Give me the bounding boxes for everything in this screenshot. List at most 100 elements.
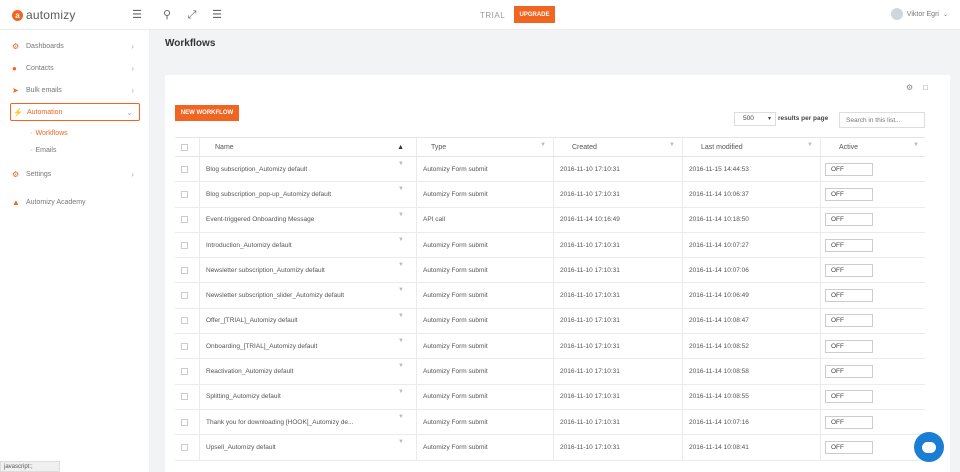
table-row[interactable]: Thank you for downloading [HOOK]_Automiz… (175, 409, 925, 436)
new-workflow-button[interactable]: NEW WORKFLOW (175, 105, 239, 121)
workflow-name: Reactivation_Automizy default (206, 368, 294, 376)
sidebar-item-bulk-emails[interactable]: ➤ Bulk emails › (12, 82, 140, 98)
workflow-type: Automizy Form submit (423, 241, 488, 249)
row-checkbox[interactable] (181, 233, 188, 257)
table-row[interactable]: Newsletter subscription_Automizy default… (175, 258, 925, 284)
sidebar-item-dashboards[interactable]: ⚙ Dashboards › (12, 38, 140, 54)
table-row[interactable]: Event-triggered Onboarding Message ▼ API c… (175, 207, 925, 233)
search-input[interactable] (839, 112, 925, 128)
cell-name[interactable]: Newsletter subscription_Automizy default… (199, 258, 410, 283)
active-toggle-button[interactable]: OFF (825, 314, 873, 328)
row-checkbox[interactable] (181, 410, 188, 434)
row-caret-icon: ▼ (398, 211, 404, 218)
cell-name[interactable]: Offer_[TRIAL]_Automizy default ▼ (199, 308, 410, 334)
cell-name[interactable]: Onboarding_[TRIAL]_Automizy default ▼ (199, 334, 410, 359)
column-header-last-modified[interactable]: Last modified ▼ (682, 138, 819, 156)
column-header-created[interactable]: Created ▼ (553, 138, 681, 156)
active-toggle-button[interactable]: OFF (825, 263, 873, 277)
chat-button[interactable] (914, 432, 944, 462)
cell-name[interactable]: Thank you for downloading [HOOK]_Automiz… (199, 409, 410, 435)
cell-type: Automizy Form submit (416, 435, 552, 460)
cell-name[interactable]: Event-triggered Onboarding Message ▼ (199, 207, 410, 232)
row-checkbox[interactable] (181, 157, 188, 181)
table-row[interactable]: Newsletter subscription_slider_Automizy … (175, 283, 925, 309)
sidebar-item-label: Contacts (26, 64, 54, 72)
cell-name[interactable]: Reactivation_Automizy default ▼ (199, 359, 410, 384)
search-icon[interactable]: ⚲ (161, 9, 173, 21)
active-toggle-button[interactable]: OFF (825, 365, 873, 379)
workflow-name: Event-triggered Onboarding Message (206, 216, 315, 224)
active-toggle-button[interactable]: OFF (825, 162, 873, 176)
row-checkbox[interactable] (181, 435, 188, 459)
cell-last-modified: 2016-11-15 14:44:53 (682, 157, 819, 182)
cell-created: 2016-11-10 17:10:31 (553, 283, 681, 308)
column-header-type[interactable]: Type ▼ (416, 138, 552, 156)
list-view-icon[interactable]: ☰ (211, 9, 223, 21)
table-row[interactable]: Introduction_Automizy default ▼ Automizy F… (175, 232, 925, 259)
table-row[interactable]: Blog subscription_Automizy default ▼ Autom… (175, 157, 925, 183)
cell-last-modified: 2016-11-14 10:08:55 (682, 384, 819, 409)
row-checkbox[interactable] (181, 258, 188, 282)
row-checkbox[interactable] (181, 182, 188, 206)
upgrade-button[interactable]: UPGRADE (514, 6, 555, 23)
row-checkbox[interactable] (181, 385, 188, 409)
workflow-created: 2016-11-10 17:10:31 (560, 190, 620, 198)
table-row[interactable]: Splitting_Automizy default ▼ Automizy Form… (175, 384, 925, 410)
active-toggle-button[interactable]: OFF (825, 289, 873, 303)
sidebar-item-contacts[interactable]: ● Contacts › (12, 60, 140, 76)
table-row[interactable]: Offer_[TRIAL]_Automizy default ▼ Automizy … (175, 308, 925, 335)
row-checkbox[interactable] (181, 359, 188, 383)
table-row[interactable]: Blog subscription_pop-up_Automizy defaul… (175, 182, 925, 208)
active-toggle-button[interactable]: OFF (825, 187, 873, 201)
fullscreen-icon[interactable]: ⤢ (186, 9, 198, 21)
cell-name[interactable]: Introduction_Automizy default ▼ (199, 232, 410, 258)
active-toggle-button[interactable]: OFF (825, 440, 873, 454)
table-row[interactable]: Onboarding_[TRIAL]_Automizy default ▼ Auto… (175, 334, 925, 360)
export-icon[interactable]: □ (923, 83, 928, 92)
row-checkbox[interactable] (181, 334, 188, 358)
chevron-right-icon: › (131, 41, 134, 51)
active-toggle-button[interactable]: OFF (825, 238, 873, 252)
cell-last-modified: 2016-11-14 10:07:16 (682, 409, 819, 435)
sidebar-item-automation[interactable]: ⚡ Automation ⌄ (10, 103, 140, 121)
user-menu[interactable]: Viktor Egri ⌄ (890, 8, 948, 20)
results-per-page-select[interactable]: 500 ▾ (734, 112, 776, 126)
table-row[interactable]: Reactivation_Automizy default ▼ Automizy F… (175, 359, 925, 385)
chevron-down-icon: ⌄ (126, 107, 133, 117)
column-header-active[interactable]: Active ▼ (820, 138, 925, 156)
cell-type: Automizy Form submit (416, 283, 552, 308)
active-toggle-button[interactable]: OFF (825, 415, 873, 429)
workflow-last-modified: 2016-11-14 10:08:41 (689, 443, 749, 451)
select-all-checkbox[interactable] (181, 138, 188, 156)
cell-name[interactable]: Splitting_Automizy default ▼ (199, 384, 410, 409)
active-toggle-button[interactable]: OFF (825, 213, 873, 227)
cell-type: Automizy Form submit (416, 334, 552, 359)
row-checkbox[interactable] (181, 283, 188, 307)
sidebar-sub-item-workflows[interactable]: ◦ Workflows (30, 130, 68, 137)
cell-name[interactable]: Newsletter subscription_slider_Automizy … (199, 283, 410, 308)
send-icon: ➤ (12, 85, 19, 95)
sidebar-item-academy[interactable]: ▲ Automizy Academy (12, 194, 140, 210)
sidebar-item-settings[interactable]: ⚙ Settings › (12, 166, 140, 182)
column-header-name[interactable]: Name ▲ (199, 138, 410, 156)
workflow-name: Newsletter subscription_slider_Automizy … (206, 292, 345, 300)
cell-name[interactable]: Blog subscription_Automizy default ▼ (199, 157, 410, 182)
row-checkbox[interactable] (181, 208, 188, 232)
sidebar-sub-item-emails[interactable]: ◦ Emails (30, 147, 57, 154)
logo[interactable]: a automizy (12, 8, 76, 22)
active-toggle-button[interactable]: OFF (825, 339, 873, 353)
bullet-icon: ◦ (30, 130, 33, 137)
row-checkbox[interactable] (181, 309, 188, 333)
cell-type: Automizy Form submit (416, 232, 552, 258)
sidebar: ⚙ Dashboards › ● Contacts › ➤ Bulk email… (0, 30, 150, 472)
table-row[interactable]: Upsell_Automizy default ▼ Automizy Form su… (175, 435, 925, 461)
cell-last-modified: 2016-11-14 10:08:47 (682, 308, 819, 334)
active-toggle-button[interactable]: OFF (825, 390, 873, 404)
cell-name[interactable]: Blog subscription_pop-up_Automizy defaul… (199, 182, 410, 207)
cell-name[interactable]: Upsell_Automizy default ▼ (199, 435, 410, 460)
cell-created: 2016-11-10 17:10:31 (553, 334, 681, 359)
workflow-created: 2016-11-10 17:10:31 (560, 393, 620, 401)
menu-toggle-icon[interactable]: ☰ (131, 9, 143, 21)
workflow-type: Automizy Form submit (423, 393, 488, 401)
settings-gear-icon[interactable]: ⚙ (906, 83, 913, 92)
